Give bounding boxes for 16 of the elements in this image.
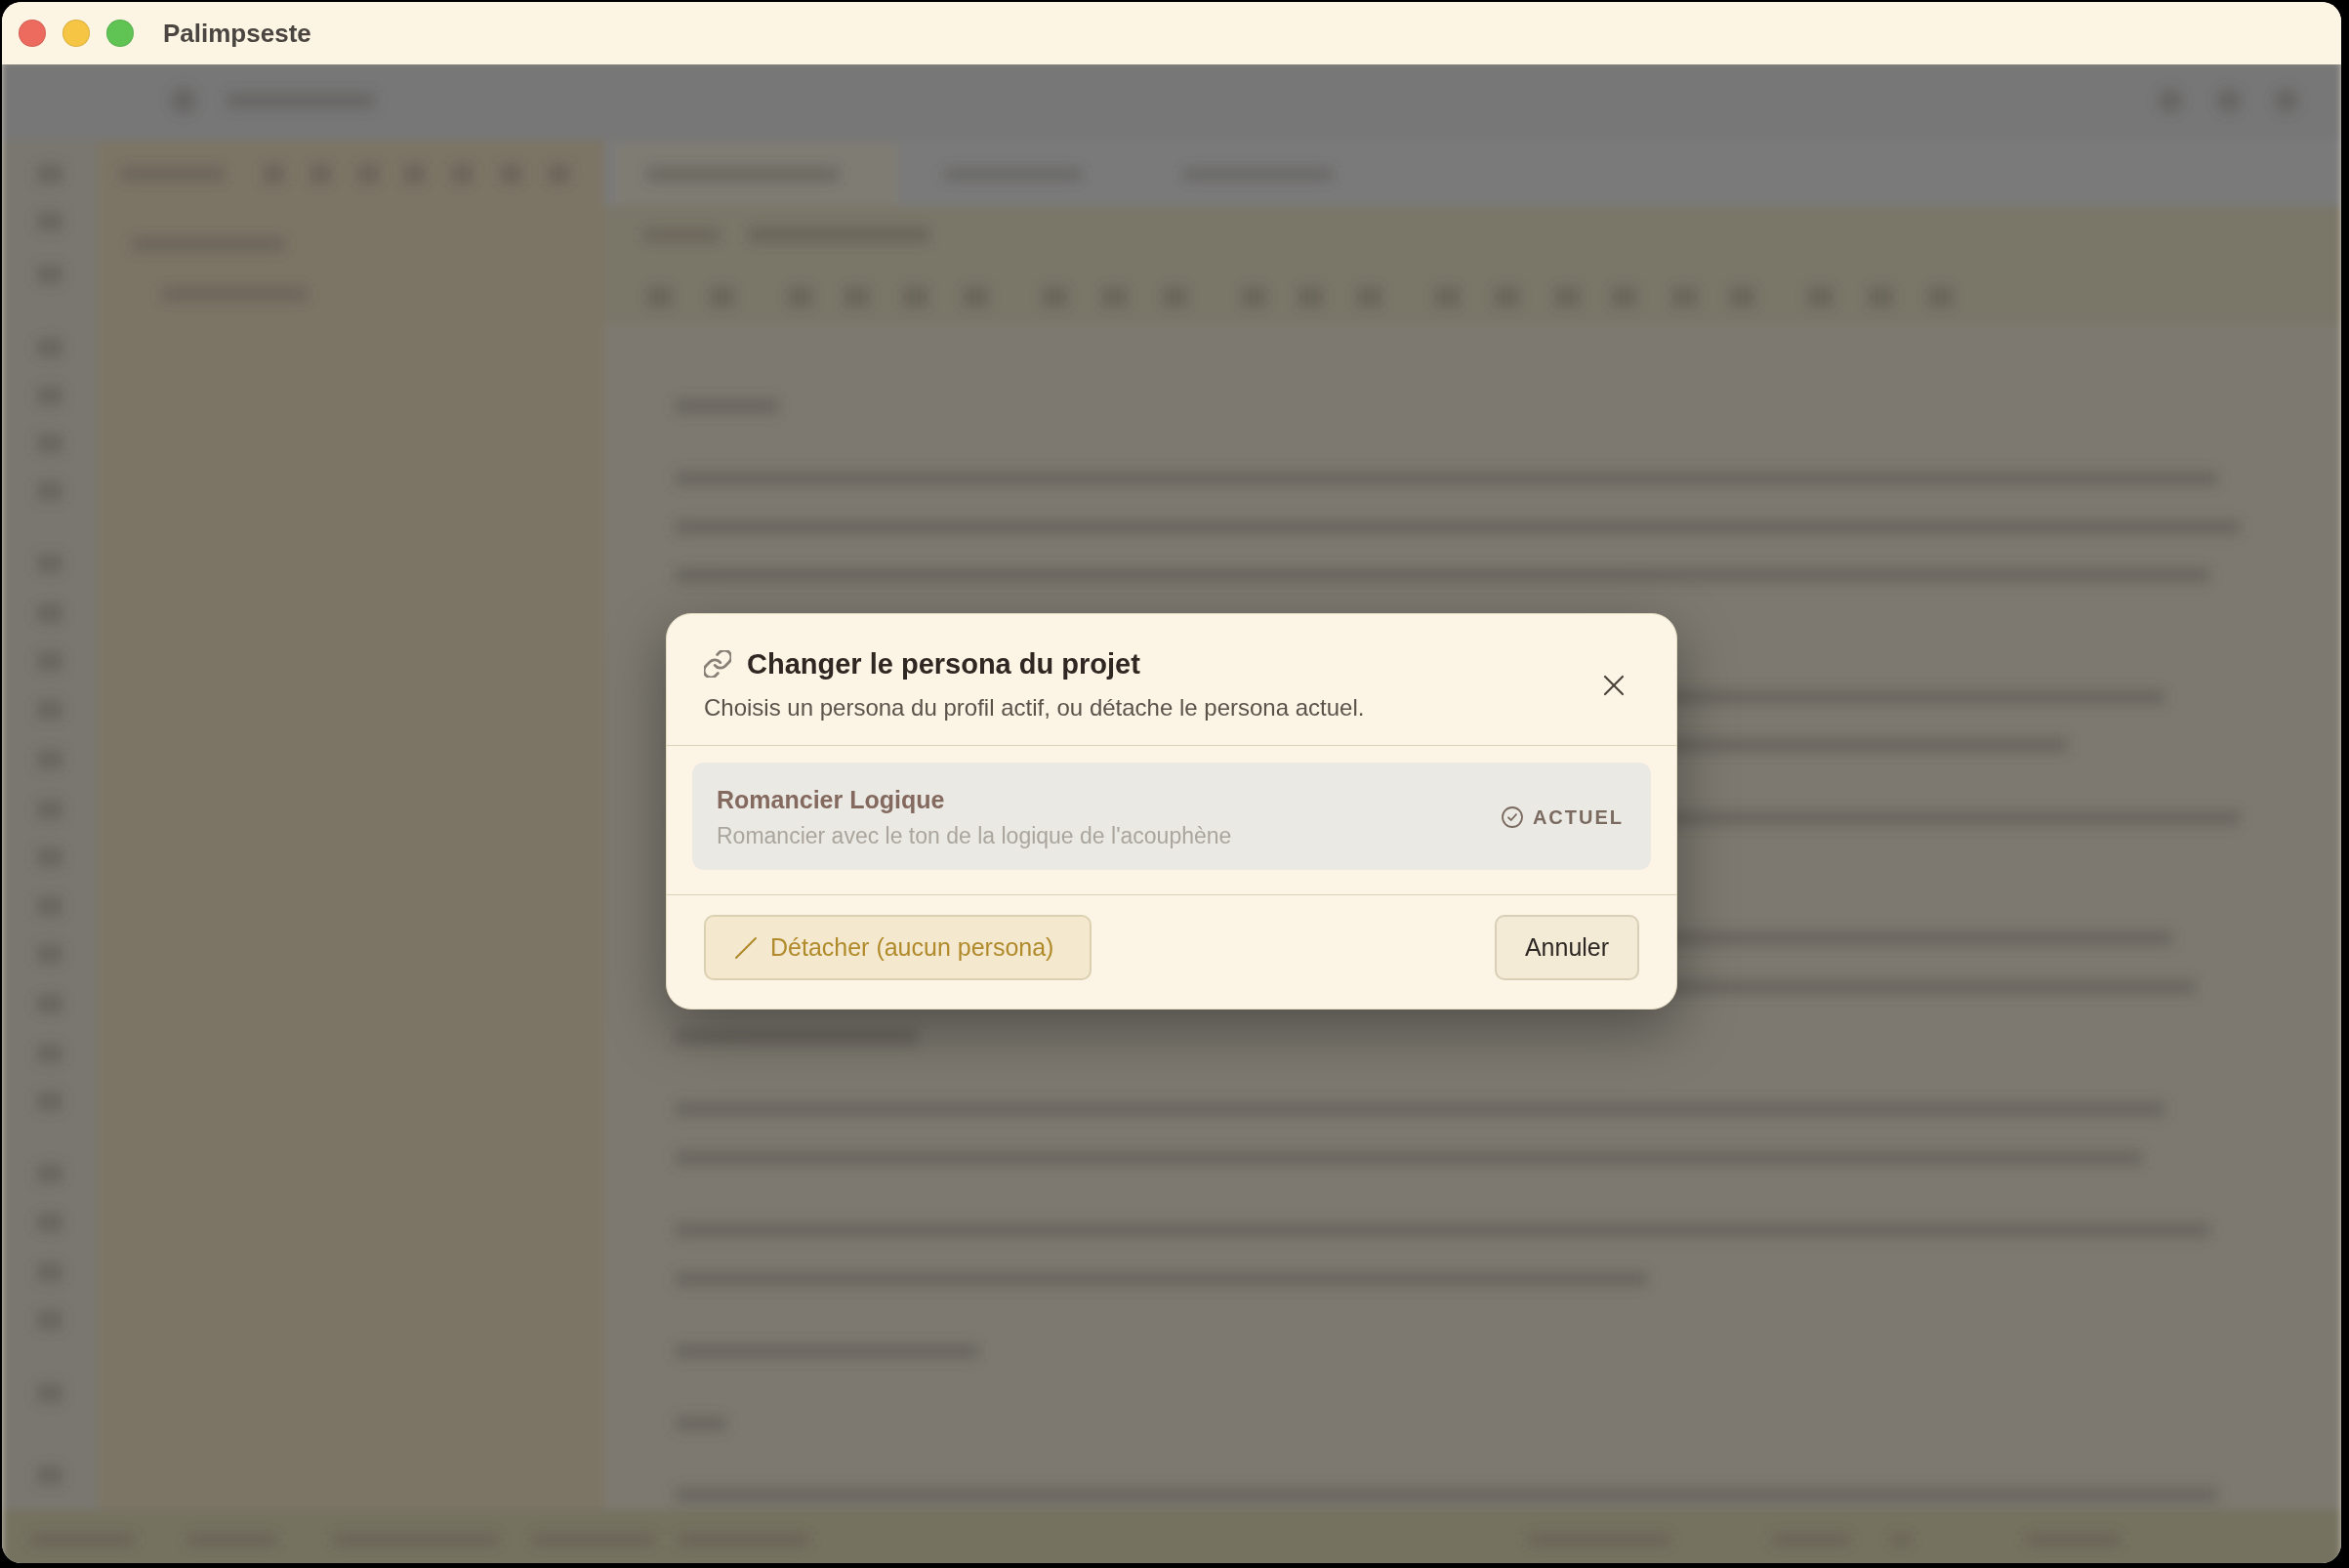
close-icon [1603,674,1625,696]
persona-description: Romancier avec le ton de la logique de l'acouphène [717,822,1232,850]
zoom-button[interactable] [106,20,134,47]
close-button[interactable] [1602,673,1626,697]
link-icon [704,650,731,678]
window-title: Palimpseste [163,18,311,49]
persona-option[interactable]: Romancier Logique Romancier avec le ton de la logique de l'acouphène ACTUEL [692,763,1651,870]
current-label: ACTUEL [1532,805,1624,830]
detach-button[interactable]: Détacher (aucun persona) [704,915,1092,980]
slash-icon [734,935,758,960]
check-circle-icon [1501,806,1523,828]
cancel-button[interactable]: Annuler [1495,915,1639,980]
dialog-subtitle: Choisis un persona du profil actif, ou détache le persona actuel. [704,693,1365,722]
minimize-button[interactable] [62,20,90,47]
dialog-title: Changer le persona du projet [747,647,1140,681]
persona-name: Romancier Logique [717,785,946,815]
